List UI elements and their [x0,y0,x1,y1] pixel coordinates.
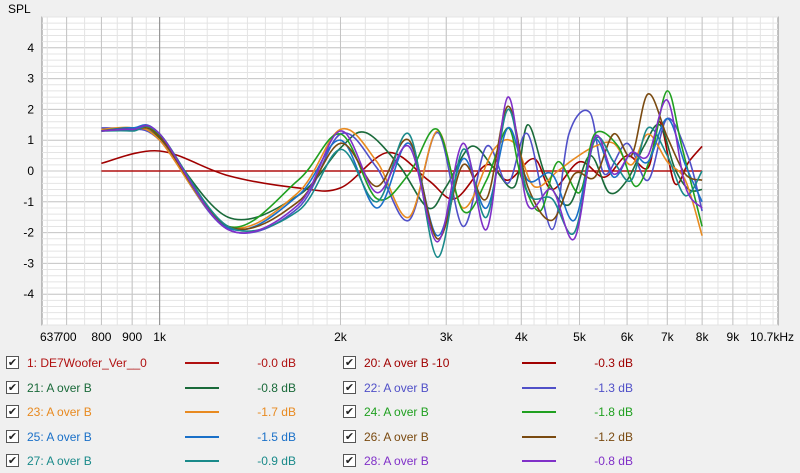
x-tick-label: 800 [91,330,111,344]
x-tick-label: 900 [122,330,142,344]
legend-label: 26: A over B [364,429,429,444]
legend-checkbox[interactable]: ✔ [343,429,356,443]
legend-label: 21: A over B [27,380,92,395]
x-tick-label: 3k [440,330,454,344]
x-tick-label: 6k [621,330,635,344]
legend-db-value: -0.8 dB [594,454,633,468]
legend-db-value: -0.3 dB [594,356,633,370]
x-tick-label: 8k [696,330,710,344]
legend-checkbox[interactable]: ✔ [6,454,19,467]
legend-swatch [185,460,219,462]
y-tick-label: -4 [23,287,34,301]
x-tick-label: 10.7kHz [750,330,794,344]
checkmark-icon: ✔ [344,380,355,394]
legend-db-value: -1.3 dB [594,380,633,395]
x-tick-label: 7k [661,330,675,344]
legend-entry[interactable]: ✔ 22: A over B -1.3 dB [337,377,737,399]
legend-swatch [522,386,556,389]
legend-db-value: -0.8 dB [257,380,296,395]
legend-checkbox[interactable]: ✔ [343,454,356,467]
y-tick-label: -2 [23,226,34,240]
legend-label: 27: A over B [27,454,92,468]
legend-swatch [522,411,556,413]
legend-db-value: -1.8 dB [594,405,633,419]
checkmark-icon: ✔ [344,429,355,443]
legend-label: 25: A over B [27,429,92,444]
checkmark-icon: ✔ [7,380,18,394]
checkmark-icon: ✔ [7,454,18,467]
x-tick-label: 1k [153,330,167,344]
checkmark-icon: ✔ [344,405,355,418]
legend-db-value: -1.2 dB [594,429,633,444]
legend-db-value: -1.7 dB [257,405,296,419]
legend-label: 1: DE7Woofer_Ver__0 [27,356,147,370]
legend-entry[interactable]: ✔ 20: A over B -10 -0.3 dB [337,352,737,374]
x-tick-label: 5k [573,330,587,344]
legend-swatch [185,362,219,364]
legend-label: 28: A over B [364,454,429,468]
legend-db-value: -0.9 dB [257,454,296,468]
legend-checkbox[interactable]: ✔ [6,429,19,443]
legend-swatch [185,435,219,438]
y-tick-label: 0 [27,164,34,178]
y-axis-label: SPL [8,2,31,16]
legend-label: 22: A over B [364,380,429,395]
legend: ✔ 1: DE7Woofer_Ver__0 -0.0 dB ✔ 20: A over B… [0,350,800,473]
legend-swatch [522,362,556,364]
y-tick-label: -1 [23,195,34,209]
checkmark-icon: ✔ [7,405,18,418]
y-tick-label: 1 [27,133,34,147]
legend-entry[interactable]: ✔ 24: A over B -1.8 dB [337,401,737,423]
legend-swatch [185,411,219,413]
x-tick-label: 2k [334,330,348,344]
legend-swatch [185,386,219,389]
legend-checkbox[interactable]: ✔ [6,356,19,369]
legend-label: 24: A over B [364,405,429,419]
frequency-response-chart: -4-3-2-101234637700 800 900 1k 2k 3k 4k 5k 6k 7k 8… [8,2,794,344]
checkmark-icon: ✔ [344,356,355,369]
legend-checkbox[interactable]: ✔ [343,405,356,418]
legend-checkbox[interactable]: ✔ [6,380,19,394]
x-tick-label: 700 [57,330,77,344]
checkmark-icon: ✔ [7,429,18,443]
y-tick-label: -3 [23,256,34,270]
x-tick-label: 9k [727,330,741,344]
checkmark-icon: ✔ [344,454,355,467]
legend-db-value: -0.0 dB [257,356,296,370]
y-tick-label: 4 [27,41,34,55]
y-tick-label: 3 [27,72,34,86]
legend-checkbox[interactable]: ✔ [343,356,356,369]
x-tick-label: 4k [515,330,529,344]
legend-entry[interactable]: ✔ 28: A over B -0.8 dB [337,450,737,472]
y-tick-label: 2 [27,102,34,116]
legend-checkbox[interactable]: ✔ [6,405,19,418]
legend-db-value: -1.5 dB [257,429,296,444]
legend-entry[interactable]: ✔ 26: A over B -1.2 dB [337,426,737,448]
legend-swatch [522,460,556,462]
checkmark-icon: ✔ [7,356,18,369]
legend-checkbox[interactable]: ✔ [343,380,356,394]
legend-label: 20: A over B -10 [364,356,450,370]
legend-swatch [522,435,556,438]
legend-label: 23: A over B [27,405,92,419]
